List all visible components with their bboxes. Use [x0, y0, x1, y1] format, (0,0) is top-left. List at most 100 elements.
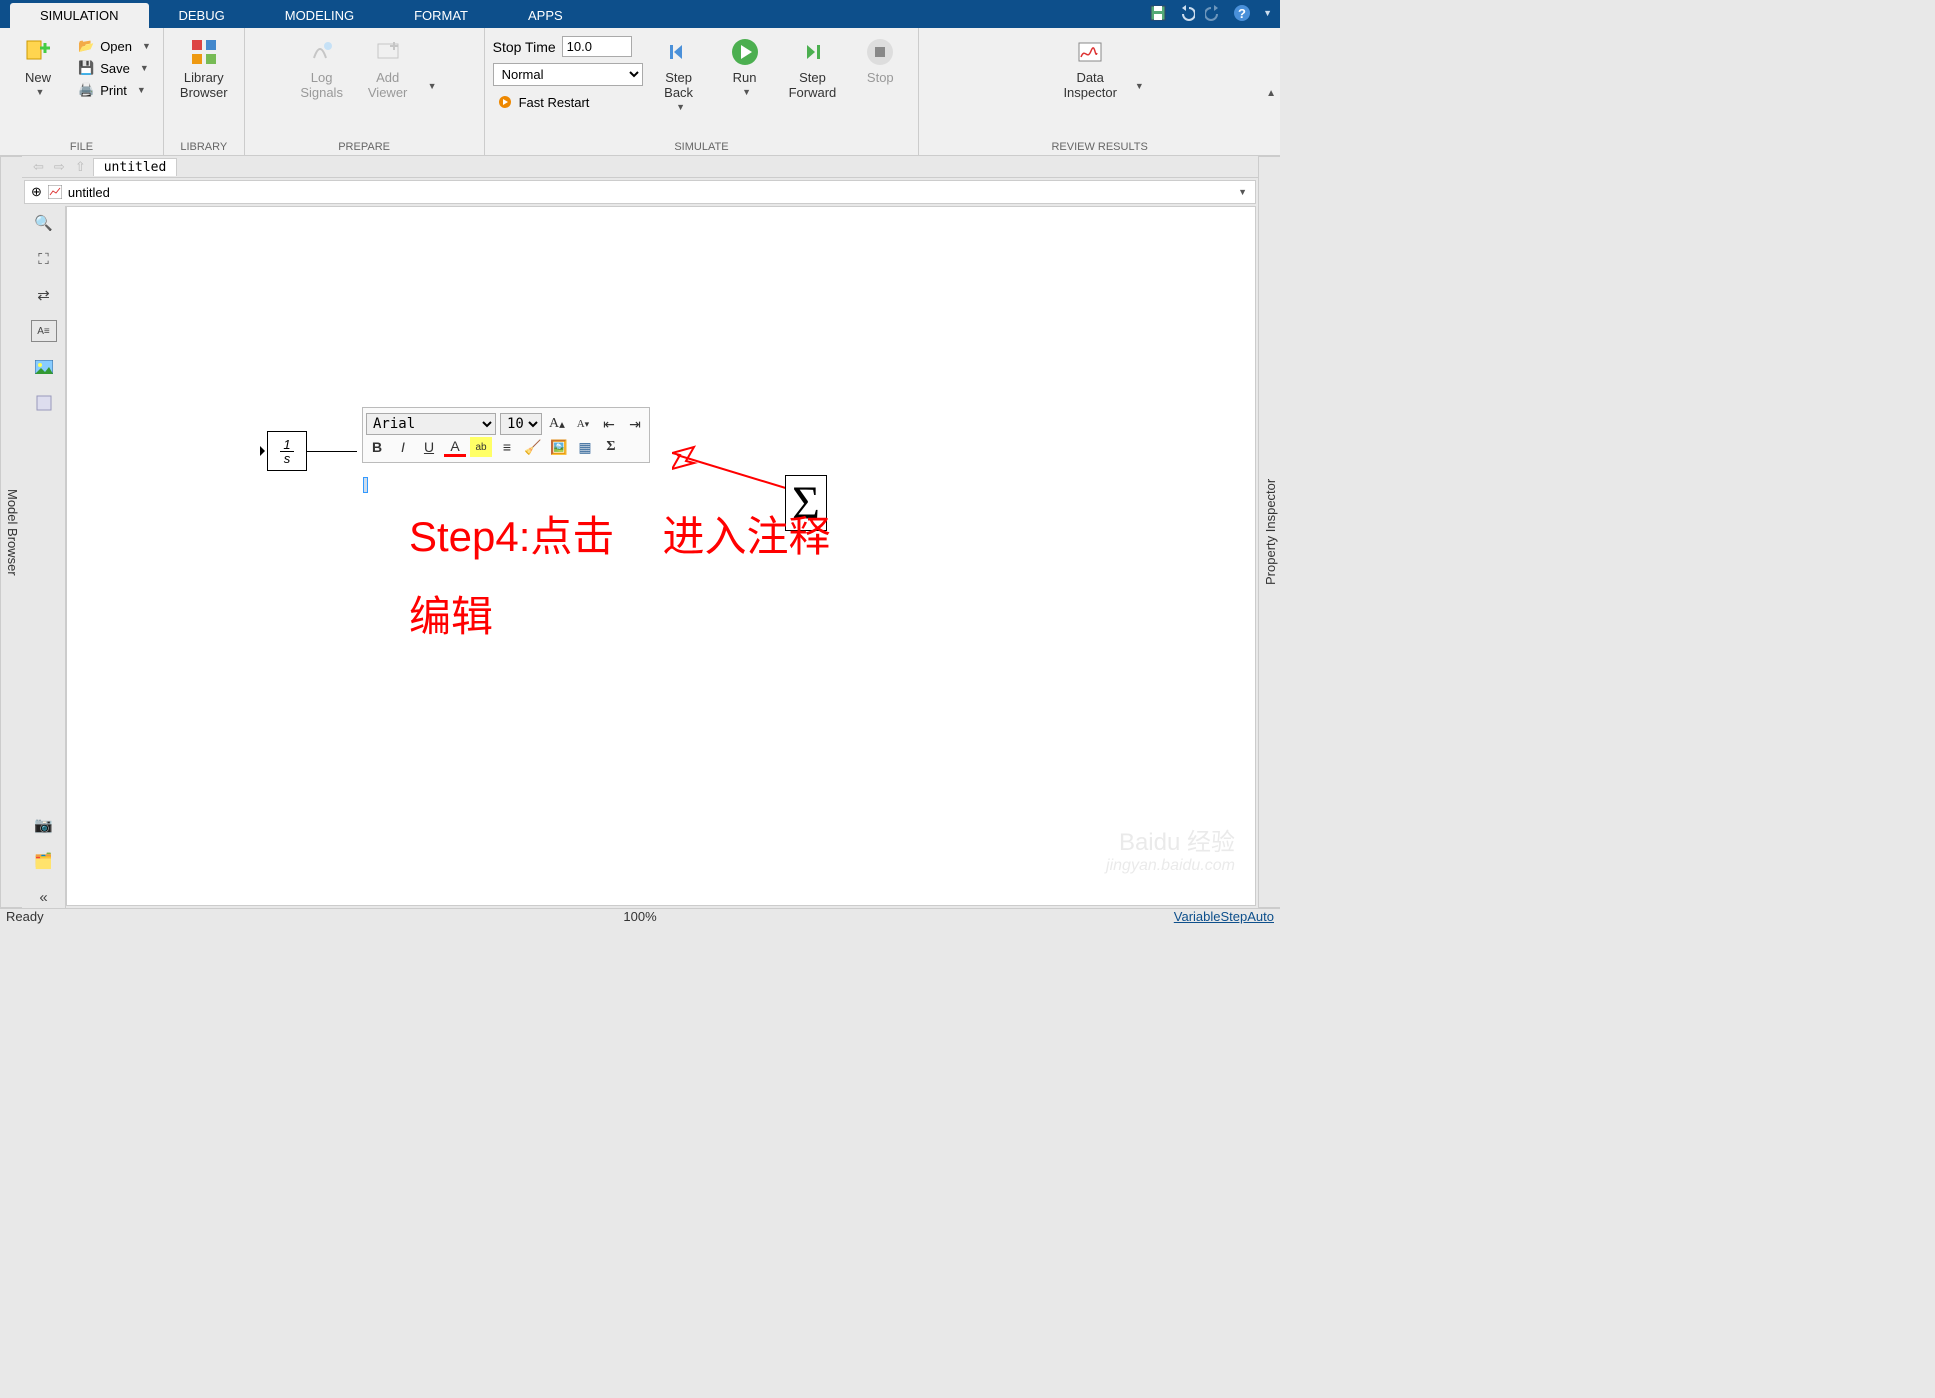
- increase-font-icon[interactable]: A▴: [546, 414, 568, 434]
- nav-fwd-icon[interactable]: ⇨: [51, 159, 68, 175]
- model-canvas[interactable]: 1s Arial 10 A▴ A▾ ⇤ ⇥ B I U: [66, 206, 1256, 906]
- play-icon: [729, 36, 761, 68]
- inspector-icon: [1074, 36, 1106, 68]
- section-library-label: LIBRARY: [180, 141, 227, 153]
- library-browser-button[interactable]: Library Browser: [172, 32, 236, 104]
- toolstrip: New ▼ 📂Open▼ 💾 Save ▼ 🖨️Print▼ FILE Librar…: [0, 28, 1280, 156]
- enter-icon[interactable]: ⊕: [31, 184, 42, 200]
- underline-icon[interactable]: U: [418, 437, 440, 457]
- open-button[interactable]: 📂Open▼: [74, 36, 155, 56]
- property-inspector-panel[interactable]: Property Inspector: [1258, 156, 1280, 908]
- status-ready: Ready: [6, 909, 44, 924]
- save-button[interactable]: 💾 Save ▼: [74, 58, 155, 78]
- step-forward-button[interactable]: Step Forward: [781, 32, 845, 104]
- status-solver[interactable]: VariableStepAuto: [1174, 909, 1274, 924]
- fast-restart-icon: [497, 94, 513, 110]
- save-label: Save: [100, 61, 130, 76]
- chevron-down-icon: ▼: [676, 102, 685, 112]
- section-simulate-label: SIMULATE: [674, 141, 728, 153]
- text-cursor: [363, 477, 368, 493]
- tab-apps[interactable]: APPS: [498, 3, 593, 28]
- chevron-down-icon: ▼: [140, 63, 149, 73]
- integrator-label: 1s: [280, 438, 293, 465]
- nav-back-icon[interactable]: ⇦: [30, 159, 47, 175]
- clear-format-icon[interactable]: 🧹: [522, 437, 544, 457]
- font-size-select[interactable]: 10: [500, 413, 542, 435]
- highlight-icon[interactable]: ab: [470, 437, 492, 457]
- collapse-icon[interactable]: «: [31, 886, 57, 908]
- add-viewer-button[interactable]: Add Viewer: [358, 32, 418, 104]
- annotation-text: Step4:点击进入注释 编辑: [409, 497, 830, 657]
- equation-sigma-icon[interactable]: Σ: [600, 437, 622, 457]
- toolstrip-collapse-icon[interactable]: ▲: [1266, 88, 1276, 99]
- fit-icon[interactable]: ⛶: [31, 248, 57, 270]
- save-icon: 💾: [78, 60, 94, 76]
- insert-image-icon[interactable]: 🖼️: [548, 437, 570, 457]
- font-color-icon[interactable]: A: [444, 437, 466, 457]
- chevron-down-icon: ▼: [137, 85, 146, 95]
- tab-modeling[interactable]: MODELING: [255, 3, 384, 28]
- run-button[interactable]: Run▼: [715, 32, 775, 101]
- log-signals-label: Log Signals: [300, 70, 343, 100]
- signal-line[interactable]: [307, 451, 357, 452]
- undo-icon[interactable]: [1175, 2, 1197, 24]
- outdent-icon[interactable]: ⇤: [598, 414, 620, 434]
- section-file-label: FILE: [70, 141, 93, 153]
- stop-icon: [864, 36, 896, 68]
- breadcrumb-dropdown-icon[interactable]: ▼: [1238, 187, 1247, 197]
- model-tab-bar: ⇦ ⇨ ⇧ untitled: [22, 156, 1258, 178]
- annotation-icon[interactable]: A≡: [31, 320, 57, 342]
- area-icon[interactable]: [31, 392, 57, 414]
- indent-icon[interactable]: ⇥: [624, 414, 646, 434]
- tab-debug[interactable]: DEBUG: [149, 3, 255, 28]
- screenshot-icon[interactable]: 📷: [31, 814, 57, 836]
- quick-access-toolbar: ? ▼: [1147, 2, 1272, 24]
- stop-button[interactable]: Stop: [850, 32, 910, 89]
- new-button[interactable]: New ▼: [8, 32, 68, 101]
- bold-icon[interactable]: B: [366, 437, 388, 457]
- help-icon[interactable]: ?: [1231, 2, 1253, 24]
- nav-up-icon[interactable]: ⇧: [72, 159, 89, 175]
- new-label: New: [25, 70, 51, 85]
- folder-open-icon: 📂: [78, 38, 94, 54]
- explorer-icon[interactable]: 🗂️: [31, 850, 57, 872]
- image-icon[interactable]: [31, 356, 57, 378]
- fast-restart-button[interactable]: Fast Restart: [493, 92, 643, 112]
- step-back-button[interactable]: Step Back ▼: [649, 32, 709, 116]
- print-button[interactable]: 🖨️Print▼: [74, 80, 155, 100]
- font-family-select[interactable]: Arial: [366, 413, 496, 435]
- data-inspector-button[interactable]: Data Inspector: [1055, 32, 1124, 104]
- zoom-icon[interactable]: 🔍: [31, 212, 57, 234]
- new-icon: [22, 36, 54, 68]
- step-back-icon: [663, 36, 695, 68]
- model-file-tab[interactable]: untitled: [93, 158, 178, 176]
- sim-mode-select[interactable]: Normal: [493, 63, 643, 86]
- arrows-icon[interactable]: ⇄: [31, 284, 57, 306]
- step-back-label: Step Back: [664, 70, 693, 100]
- help-dropdown-icon[interactable]: ▼: [1263, 8, 1272, 18]
- tab-format[interactable]: FORMAT: [384, 3, 498, 28]
- model-browser-panel[interactable]: Model Browser: [0, 156, 22, 908]
- data-inspector-label: Data Inspector: [1063, 70, 1116, 100]
- log-signals-button[interactable]: Log Signals: [292, 32, 352, 104]
- tab-simulation[interactable]: SIMULATION: [10, 3, 149, 28]
- watermark: Baidu 经验 jingyan.baidu.com: [1106, 822, 1235, 875]
- stoptime-input[interactable]: [562, 36, 632, 57]
- add-viewer-label: Add Viewer: [368, 70, 408, 100]
- save-icon[interactable]: [1147, 2, 1169, 24]
- redo-icon[interactable]: [1203, 2, 1225, 24]
- insert-table-icon[interactable]: ▦: [574, 437, 596, 457]
- integrator-block[interactable]: 1s: [267, 431, 307, 471]
- status-zoom[interactable]: 100%: [623, 909, 656, 924]
- breadcrumb-text[interactable]: untitled: [68, 185, 110, 200]
- section-prepare: Log Signals Add Viewer ▼ PREPARE: [245, 28, 485, 155]
- prepare-dropdown-icon[interactable]: ▼: [428, 81, 437, 91]
- decrease-font-icon[interactable]: A▾: [572, 414, 594, 434]
- fast-restart-label: Fast Restart: [519, 95, 590, 110]
- stop-label: Stop: [867, 70, 894, 85]
- italic-icon[interactable]: I: [392, 437, 414, 457]
- section-library: Library Browser LIBRARY: [164, 28, 245, 155]
- review-dropdown-icon[interactable]: ▼: [1135, 81, 1144, 91]
- step-forward-label: Step Forward: [789, 70, 837, 100]
- align-icon[interactable]: ≡: [496, 437, 518, 457]
